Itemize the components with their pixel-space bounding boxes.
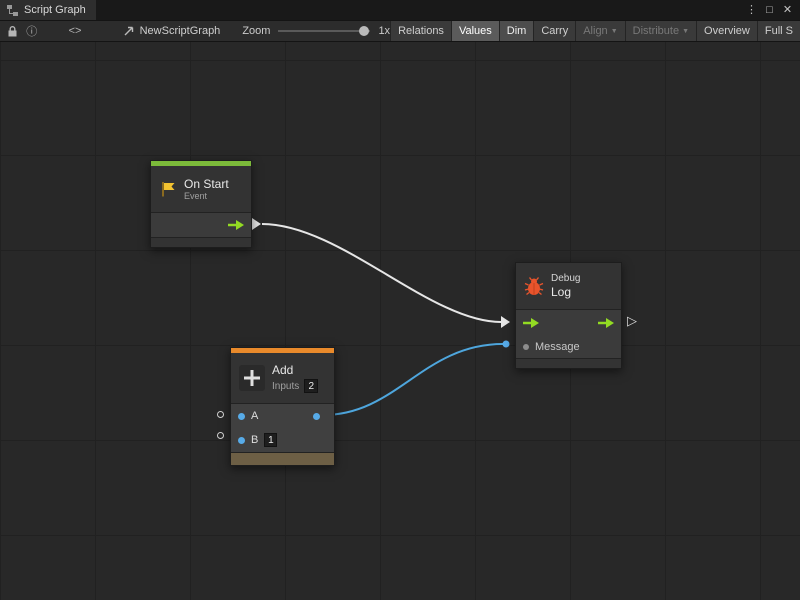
lock-icon xyxy=(7,25,18,37)
node-title: Add xyxy=(272,363,318,377)
message-port-row: Message xyxy=(516,336,621,358)
debug-log-header: Debug Log xyxy=(516,263,621,309)
carry-label: Carry xyxy=(541,25,568,37)
graph-canvas[interactable]: On Start Event xyxy=(0,42,800,600)
node-title: On Start xyxy=(184,177,229,191)
node-title: Log xyxy=(551,285,580,299)
overview-label: Overview xyxy=(704,25,750,37)
node-on-start[interactable]: On Start Event xyxy=(150,160,252,248)
port-a-input[interactable] xyxy=(238,413,245,420)
exec-output-row xyxy=(151,213,251,237)
dim-button[interactable]: Dim xyxy=(499,20,534,42)
lock-button[interactable] xyxy=(3,25,22,37)
graph-name: NewScriptGraph xyxy=(140,25,221,37)
port-b-label: B xyxy=(251,434,258,446)
carry-button[interactable]: Carry xyxy=(533,20,575,42)
on-start-header: On Start Event xyxy=(151,166,251,212)
wire-end-dot-icon xyxy=(503,341,510,348)
bug-icon xyxy=(524,276,544,296)
fullscreen-label: Full S xyxy=(765,25,793,37)
distribute-dropdown[interactable]: Distribute ▼ xyxy=(625,20,696,42)
code-icon: <> xyxy=(69,25,82,37)
message-input-port[interactable] xyxy=(523,344,529,350)
fullscreen-button[interactable]: Full S xyxy=(757,20,800,42)
dim-label: Dim xyxy=(507,25,527,37)
close-icon[interactable]: ✕ xyxy=(780,1,795,19)
exec-input-port[interactable] xyxy=(523,318,539,328)
zoom-label: Zoom xyxy=(242,25,270,37)
titlebar-spacer xyxy=(96,0,744,20)
port-a-label: A xyxy=(251,410,258,422)
inputs-row: Inputs xyxy=(272,379,318,393)
port-a-row: A xyxy=(231,404,334,428)
port-b-row: B xyxy=(231,428,334,452)
zoom-slider-knob[interactable] xyxy=(359,26,369,36)
toolbar-buttons: Relations Values Dim Carry Align ▼ Distr… xyxy=(390,20,800,42)
zoom-control: Zoom 1x xyxy=(242,25,390,37)
node-add[interactable]: Add Inputs A B xyxy=(230,347,335,466)
exec-output-port[interactable] xyxy=(598,318,614,328)
exec-wire-onstart-to-log[interactable] xyxy=(262,224,501,322)
exec-ports-row xyxy=(516,310,621,336)
info-button[interactable]: ⓘ xyxy=(22,23,41,39)
unconnected-port-ring-a[interactable] xyxy=(217,411,224,418)
zoom-value: 1x xyxy=(378,25,390,37)
overview-button[interactable]: Overview xyxy=(696,20,757,42)
node-footer xyxy=(516,358,621,368)
connections-layer xyxy=(0,42,800,600)
port-b-input[interactable] xyxy=(238,437,245,444)
relations-label: Relations xyxy=(398,25,444,37)
align-label: Align xyxy=(583,25,607,37)
zoom-slider[interactable] xyxy=(278,30,370,32)
values-button[interactable]: Values xyxy=(451,20,499,42)
relations-button[interactable]: Relations xyxy=(390,20,451,42)
distribute-label: Distribute xyxy=(633,25,679,37)
value-wire-add-to-message[interactable] xyxy=(323,344,503,415)
tab-script-graph[interactable]: Script Graph xyxy=(0,0,96,20)
script-graph-icon xyxy=(6,4,19,17)
on-start-titles: On Start Event xyxy=(184,177,229,202)
chevron-down-icon: ▼ xyxy=(611,28,618,35)
menu-icon[interactable]: ⋮ xyxy=(744,1,759,19)
on-start-ports xyxy=(151,213,251,237)
window-controls: ⋮ □ ✕ xyxy=(744,0,800,20)
plus-icon xyxy=(239,365,265,391)
add-ports: A B xyxy=(231,404,334,452)
graph-reference[interactable]: NewScriptGraph xyxy=(123,25,221,37)
port-b-value-field[interactable] xyxy=(264,433,277,447)
values-label: Values xyxy=(459,25,492,37)
window-titlebar: Script Graph ⋮ □ ✕ xyxy=(0,0,800,20)
inputs-count-field[interactable] xyxy=(304,379,318,393)
node-debug-log[interactable]: Debug Log Message xyxy=(515,262,622,369)
unconnected-port-ring-b[interactable] xyxy=(217,432,224,439)
exec-output-port[interactable] xyxy=(228,220,244,230)
wire-end-arrow-icon xyxy=(501,316,510,328)
maximize-icon[interactable]: □ xyxy=(762,1,777,19)
wire-start-arrow-icon xyxy=(252,218,261,230)
debug-log-titles: Debug Log xyxy=(551,273,580,299)
flag-icon xyxy=(159,180,177,198)
message-port-label: Message xyxy=(535,341,580,353)
node-footer xyxy=(231,452,334,465)
add-header: Add Inputs xyxy=(231,353,334,403)
tab-label: Script Graph xyxy=(24,4,86,16)
node-surtitle: Debug xyxy=(551,273,580,285)
node-footer xyxy=(151,237,251,247)
node-subtitle: Event xyxy=(184,191,229,202)
align-dropdown[interactable]: Align ▼ xyxy=(575,20,624,42)
flow-continuation-icon: ▷ xyxy=(627,314,637,327)
edit-source-button[interactable]: <> xyxy=(65,25,84,37)
chevron-down-icon: ▼ xyxy=(682,28,689,35)
info-icon: ⓘ xyxy=(26,23,37,39)
add-titles: Add Inputs xyxy=(272,363,318,393)
graph-asset-icon xyxy=(123,25,135,37)
debug-log-ports: Message xyxy=(516,310,621,358)
inputs-label: Inputs xyxy=(272,381,299,392)
graph-toolbar: ⓘ <> NewScriptGraph Zoom 1x Relations Va… xyxy=(0,20,800,42)
sum-output-port[interactable] xyxy=(313,413,320,420)
